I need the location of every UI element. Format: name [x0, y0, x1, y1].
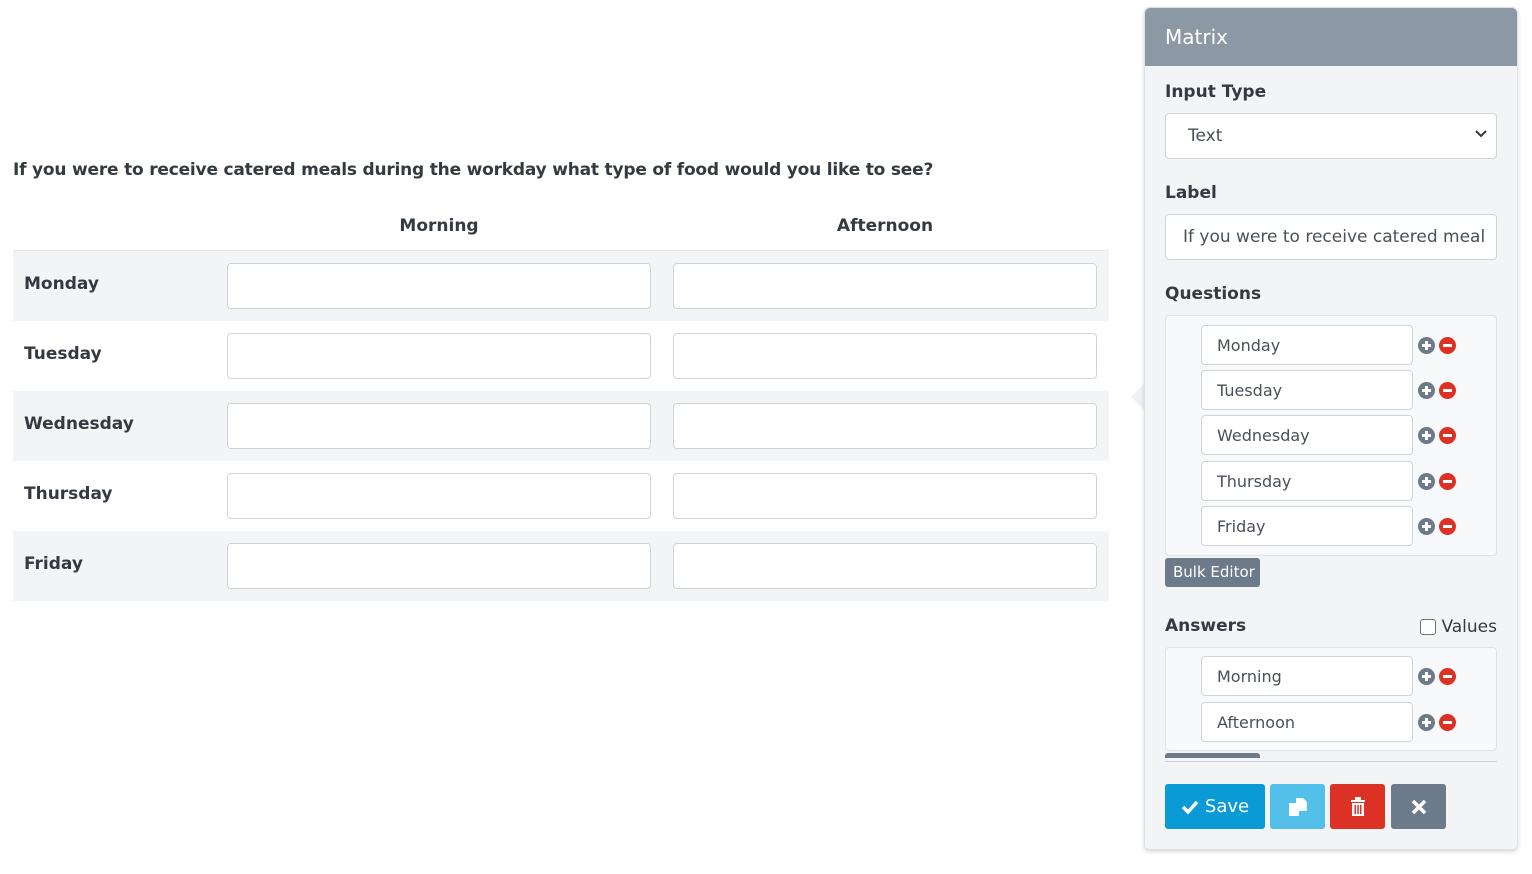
question-item-input[interactable]: Thursday [1201, 461, 1413, 501]
minus-circle-icon[interactable] [1439, 337, 1456, 354]
thursday-afternoon-input[interactable] [673, 473, 1097, 519]
plus-circle-icon[interactable] [1418, 337, 1435, 354]
tuesday-afternoon-input[interactable] [673, 333, 1097, 379]
save-label: Save [1204, 796, 1250, 817]
plus-circle-icon[interactable] [1418, 668, 1435, 685]
question-title: If you were to receive catered meals dur… [13, 160, 934, 180]
matrix-row-thursday: Thursday [13, 461, 1109, 531]
minus-circle-icon[interactable] [1439, 473, 1456, 490]
row-label: Thursday [24, 484, 113, 504]
question-item-input[interactable]: Tuesday [1201, 370, 1413, 410]
plus-circle-icon[interactable] [1418, 518, 1435, 535]
chevron-down-icon [1475, 130, 1487, 138]
question-item-input[interactable]: Monday [1201, 325, 1413, 365]
tuesday-morning-input[interactable] [227, 333, 651, 379]
close-button[interactable] [1391, 784, 1446, 829]
wednesday-afternoon-input[interactable] [673, 403, 1097, 449]
input-type-value: Text [1188, 126, 1223, 146]
bulk-editor-button[interactable]: Bulk Editor [1165, 558, 1260, 587]
question-item-input[interactable]: Wednesday [1201, 415, 1413, 455]
row-label: Wednesday [24, 414, 134, 434]
minus-circle-icon[interactable] [1439, 382, 1456, 399]
column-header-afternoon: Afternoon [836, 216, 934, 236]
copy-icon [1288, 797, 1307, 816]
row-label: Monday [24, 274, 99, 294]
divider [1165, 761, 1497, 762]
input-type-select[interactable]: Text [1165, 113, 1497, 159]
panel-pointer [1131, 384, 1144, 410]
panel-title: Matrix [1145, 8, 1517, 66]
values-toggle[interactable]: Values [1420, 617, 1497, 637]
questions-label: Questions [1165, 284, 1262, 304]
minus-circle-icon[interactable] [1439, 427, 1456, 444]
answers-list: Morning Afternoon [1165, 647, 1497, 751]
delete-button[interactable] [1330, 784, 1385, 829]
monday-afternoon-input[interactable] [673, 263, 1097, 309]
wednesday-morning-input[interactable] [227, 403, 651, 449]
copy-button[interactable] [1270, 784, 1325, 829]
column-header-morning: Morning [399, 216, 479, 236]
label-input[interactable]: If you were to receive catered meal [1165, 214, 1497, 260]
plus-circle-icon[interactable] [1418, 473, 1435, 490]
matrix-row-tuesday: Tuesday [13, 321, 1109, 391]
monday-morning-input[interactable] [227, 263, 651, 309]
question-item-input[interactable]: Friday [1201, 506, 1413, 546]
plus-circle-icon[interactable] [1418, 382, 1435, 399]
answer-item-input[interactable]: Morning [1201, 656, 1413, 696]
questions-list: Monday Tuesday Wednesday Thursday Friday [1165, 315, 1497, 556]
input-type-label: Input Type [1165, 82, 1267, 102]
row-label: Tuesday [24, 344, 102, 364]
save-button[interactable]: Save [1165, 784, 1265, 829]
minus-circle-icon[interactable] [1439, 714, 1456, 731]
plus-circle-icon[interactable] [1418, 714, 1435, 731]
minus-circle-icon[interactable] [1439, 668, 1456, 685]
friday-afternoon-input[interactable] [673, 543, 1097, 589]
x-icon [1411, 799, 1426, 814]
thursday-morning-input[interactable] [227, 473, 651, 519]
matrix-edit-panel: Matrix Input Type Text Label If you were… [1144, 7, 1518, 850]
trash-icon [1350, 796, 1365, 816]
matrix-row-monday: Monday [13, 251, 1109, 321]
check-icon [1181, 800, 1199, 815]
matrix-table: Morning Afternoon Monday Tuesday Wednesd… [13, 206, 1109, 601]
answer-item-input[interactable]: Afternoon [1201, 702, 1413, 742]
matrix-header-row: Morning Afternoon [13, 206, 1109, 251]
minus-circle-icon[interactable] [1439, 518, 1456, 535]
friday-morning-input[interactable] [227, 543, 651, 589]
answers-bulk-editor-button[interactable] [1165, 753, 1260, 758]
plus-circle-icon[interactable] [1418, 427, 1435, 444]
answers-label: Answers [1165, 616, 1247, 636]
row-label: Friday [24, 554, 83, 574]
matrix-row-wednesday: Wednesday [13, 391, 1109, 461]
values-label: Values [1441, 617, 1497, 637]
label-field-label: Label [1165, 183, 1217, 203]
matrix-row-friday: Friday [13, 531, 1109, 601]
values-checkbox[interactable] [1420, 619, 1437, 635]
